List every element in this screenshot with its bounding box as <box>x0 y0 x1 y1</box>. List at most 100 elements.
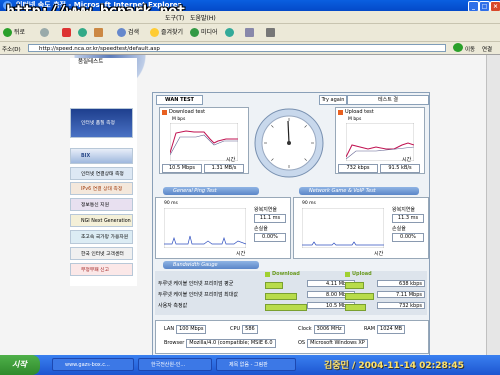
menu-bar: 도구(T) 도움말(H) <box>0 11 500 24</box>
info-os-label: OS <box>298 340 306 346</box>
bandwidth-row-avg-download-bar <box>265 282 283 289</box>
refresh-icon <box>78 28 87 37</box>
game-scale: 90 ms <box>302 201 316 206</box>
bandwidth-row-user-label: 사용자 측정값 <box>158 303 188 309</box>
download-unit: M bps <box>172 117 186 122</box>
history-icon <box>225 28 234 37</box>
menu-item-help[interactable]: 도움말(H) <box>190 13 216 22</box>
download-title: Download test <box>169 109 206 115</box>
bandwidth-row-avg-label: 두루넷 케이블 인터넷 프리미엄 평균 <box>158 281 234 287</box>
info-lan: LAN 100 Mbps <box>164 325 207 334</box>
upload-legend-icon <box>345 272 350 277</box>
info-cpu-value: 586 <box>242 325 258 334</box>
bandwidth-row-avg-upload-bar <box>345 282 364 289</box>
info-browser: Browser Mozilla/4.0 (compatible; MSIE 6.0 <box>164 339 276 348</box>
ping-axis-label: 시간 <box>236 251 246 257</box>
info-ram-value: 1024 MB <box>377 325 406 334</box>
print-icon <box>266 28 275 37</box>
home-icon <box>94 28 103 37</box>
bandwidth-row-user-upload-bar <box>345 304 366 311</box>
forward-button[interactable] <box>40 27 51 38</box>
favorites-label: 즐겨찾기 <box>161 29 184 36</box>
back-arrow-icon <box>3 28 12 37</box>
banner-customer-center[interactable]: 한국 인터넷 고객센터 <box>70 247 133 260</box>
download-panel: Download test M bps 시간 10.5 Mbps 1.31 MB… <box>159 107 249 174</box>
home-button[interactable] <box>94 27 105 38</box>
download-legend-icon <box>265 272 270 277</box>
mail-icon <box>245 28 254 37</box>
ping-graph <box>164 208 246 248</box>
info-os: OS Microsoft Windows XP <box>298 339 368 348</box>
ping-loss-label: 손실율 <box>254 226 268 232</box>
go-icon[interactable] <box>453 43 463 52</box>
banner-bix[interactable]: BIX <box>70 148 133 164</box>
favorites-button[interactable]: 즐겨찾기 <box>150 27 183 38</box>
tab-wan-test[interactable]: WAN TEST <box>156 95 203 105</box>
info-lan-label: LAN <box>164 326 175 332</box>
taskbar-item-gazsbox[interactable]: www.gazs-box.c... <box>52 358 134 371</box>
links-label[interactable]: 연결 <box>482 45 492 53</box>
ping-rtt-label: 왕복지연율 <box>254 207 278 213</box>
game-loss-label: 손실율 <box>392 226 406 232</box>
download-icon <box>162 110 167 115</box>
info-browser-label: Browser <box>164 340 185 346</box>
left-panel: 품질테스트 인터넷 품질 측정 BIX 인터넷 연결상태 측정 IPv6 연결 … <box>70 58 137 286</box>
info-cpu-label: CPU <box>230 326 241 332</box>
bandwidth-table: Download Upload 두루넷 케이블 인터넷 프리미엄 평균 4.11… <box>155 271 427 315</box>
info-lan-value: 100 Mbps <box>176 325 207 334</box>
banner-quality-test[interactable]: 인터넷 품질 측정 <box>70 108 133 138</box>
info-clock: Clock 3006 MHz <box>298 325 345 334</box>
start-button[interactable]: 시작 <box>0 355 40 375</box>
taskbar-item-paint[interactable]: 제목 없음 - 그림판 <box>216 358 296 371</box>
ping-panel: 90 ms 시간 왕복지연율 11.1 ms 손실율 0.00% <box>155 197 291 259</box>
game-loss-value: 0.00% <box>392 233 424 242</box>
game-voip-panel: 90 ms 시간 왕복지연율 11.3 ms 손실율 0.00% <box>293 197 429 259</box>
capture-stamp: 김중민 / 2004-11-14 02:28:45 <box>324 361 464 371</box>
info-cpu: CPU 586 <box>230 325 258 334</box>
taskbar-item-nca[interactable]: 한국전산원-인... <box>138 358 212 371</box>
media-button[interactable]: 미디어 <box>190 27 218 38</box>
banner-ngi[interactable]: NGI Next Generation <box>70 214 133 227</box>
upload-panel: Upload test M bps 시간 732 kbps 91.5 kB/s <box>335 107 425 174</box>
banner-ipv6[interactable]: IPv6 연결 상태 측정 <box>70 182 133 195</box>
address-label: 주소(D) <box>2 47 21 53</box>
go-button[interactable]: 이동 <box>465 45 475 53</box>
upload-speed-kbps: 732 kbps <box>338 164 378 173</box>
back-button[interactable]: 뒤로 <box>3 27 25 38</box>
banner-info-support[interactable]: 정보통신 지원 <box>70 198 133 211</box>
bandwidth-row-user-download-bar <box>265 304 307 311</box>
section-ping-test: General Ping Test <box>163 187 259 195</box>
banner-corruption-report[interactable]: 부정부패 신고 <box>70 263 133 276</box>
mail-button[interactable] <box>245 27 256 38</box>
banner-connection[interactable]: 인터넷 연결상태 측정 <box>70 167 133 180</box>
upload-icon <box>338 110 343 115</box>
section-game-voip-test: Network Game & VoIP Test <box>299 187 419 195</box>
search-button[interactable]: 검색 <box>117 27 139 38</box>
test-result-label: 테스트 결 <box>347 95 429 105</box>
system-info: LAN 100 Mbps CPU 586 Clock 3006 MHz RAM 1024… <box>155 320 429 354</box>
forward-arrow-icon <box>40 28 49 37</box>
search-icon <box>117 28 126 37</box>
refresh-button[interactable] <box>78 27 89 38</box>
download-speed-mbs: 1.31 MB/s <box>204 164 244 173</box>
game-axis-label: 시간 <box>374 251 384 257</box>
history-button[interactable] <box>225 27 236 38</box>
scrollbar[interactable] <box>486 55 500 355</box>
search-label: 검색 <box>128 29 140 36</box>
ping-rtt-value: 11.1 ms <box>254 214 286 223</box>
bandwidth-row-user-upload: 732 kbps <box>377 302 425 309</box>
ping-loss-value: 0.00% <box>254 233 286 242</box>
try-again-button[interactable]: Try again <box>319 95 347 105</box>
left-panel-title: 품질테스트 <box>78 59 104 65</box>
bandwidth-upload-head: Upload <box>352 271 372 277</box>
back-label: 뒤로 <box>14 29 26 36</box>
stop-icon <box>62 28 71 37</box>
address-input[interactable]: http://speed.nca.or.kr/speedtest/default… <box>28 44 446 52</box>
banner-national-network[interactable]: 초고속 국가망 가용자원 <box>70 230 133 244</box>
info-ram-label: RAM <box>364 326 376 332</box>
print-button[interactable] <box>266 27 277 38</box>
section-bandwidth-gauge: Bandwidth Gauge <box>163 261 259 269</box>
ping-scale: 90 ms <box>164 201 178 206</box>
stop-button[interactable] <box>62 27 73 38</box>
menu-item-tools[interactable]: 도구(T) <box>165 13 184 22</box>
